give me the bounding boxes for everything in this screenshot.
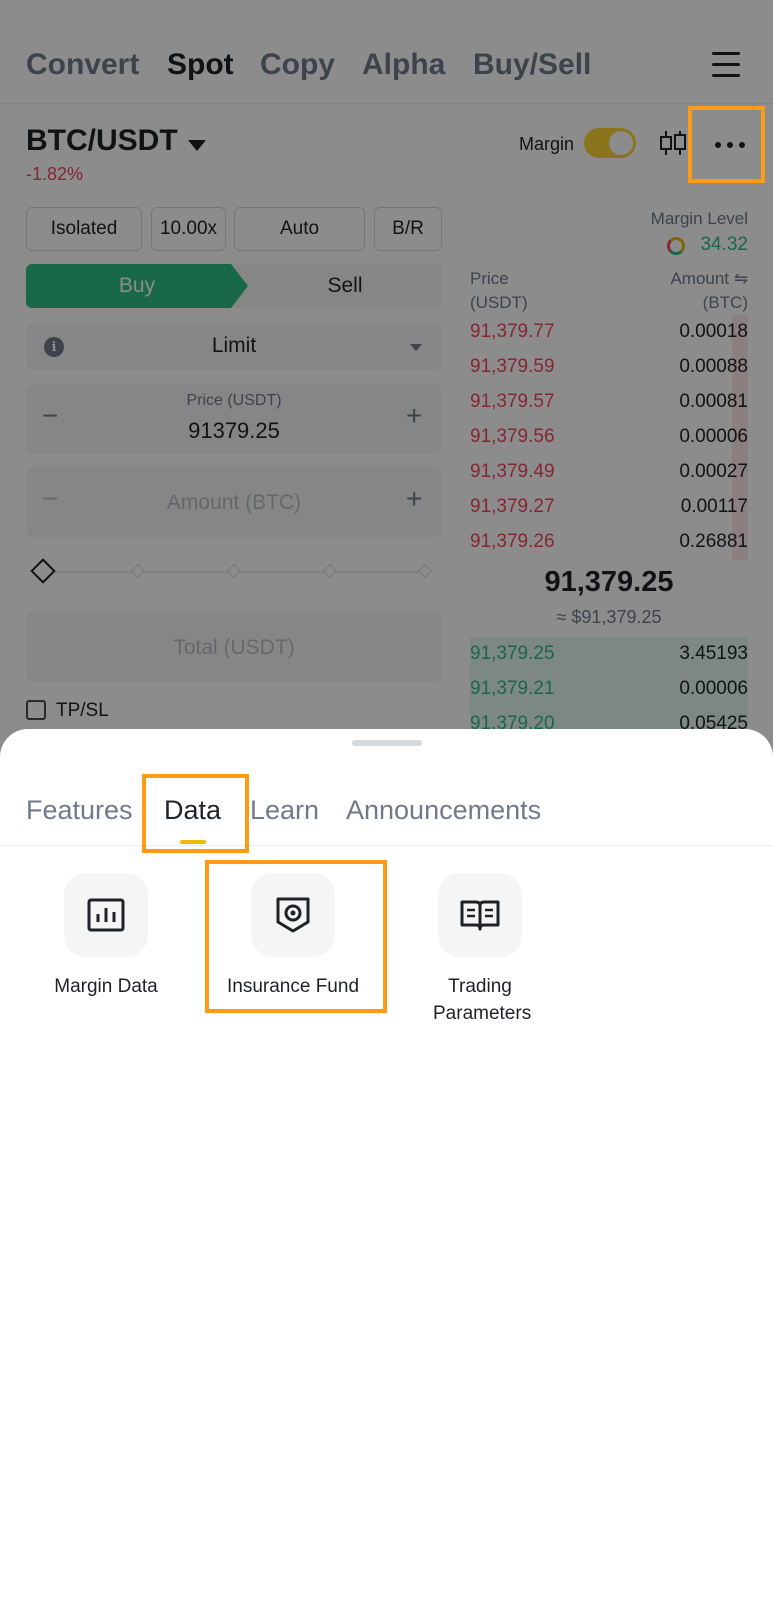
highlight-insurance-fund [205, 860, 387, 1013]
trading-parameters-tile[interactable] [438, 873, 522, 957]
highlight-more-button [688, 106, 765, 183]
trade-page: Convert Spot Copy Alpha Buy/Sell BTC/USD… [0, 0, 773, 1600]
more-options-sheet: Features Data Learn Announcements Margin… [0, 729, 773, 1600]
sheet-tab-learn[interactable]: Learn [250, 795, 319, 826]
trading-parameters-label: Trading Parameters [433, 976, 532, 1024]
book-icon [460, 900, 500, 931]
bar-chart-icon [87, 898, 125, 932]
margin-data-tile[interactable] [64, 873, 148, 957]
sheet-divider [0, 845, 773, 846]
sheet-grabber[interactable] [352, 740, 422, 746]
margin-data-label: Margin Data [54, 976, 158, 997]
highlight-data-tab [142, 774, 249, 853]
sheet-tab-features[interactable]: Features [26, 795, 133, 826]
sheet-tab-announcements[interactable]: Announcements [346, 795, 541, 826]
